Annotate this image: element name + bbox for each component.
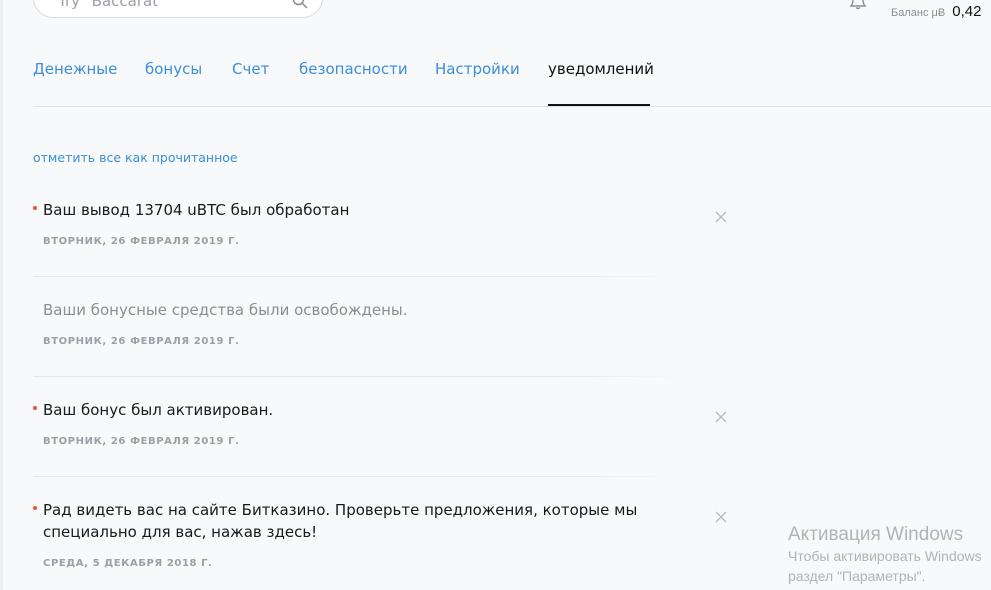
tab-security[interactable]: безопасности xyxy=(299,60,408,106)
close-icon[interactable] xyxy=(715,411,727,423)
tabs-bar: Денежные бонусы Счет безопасности Настро… xyxy=(33,60,991,107)
notification-text[interactable]: Ваш вывод 13704 uBTC был обработан xyxy=(43,199,643,221)
unread-dot xyxy=(33,506,37,510)
balance: Баланс μɃ 0,42 xyxy=(891,1,981,20)
windows-activation-watermark: Активация Windows Чтобы активировать Win… xyxy=(788,524,982,586)
notification-item: Рад видеть вас на сайте Битказино. Прове… xyxy=(33,499,733,579)
search-icon[interactable] xyxy=(292,0,308,9)
tab-settings[interactable]: Настройки xyxy=(435,60,520,106)
watermark-title: Активация Windows xyxy=(788,524,964,545)
balance-label: Баланс μɃ xyxy=(891,7,946,19)
divider xyxy=(33,476,683,477)
watermark-line: Чтобы активировать Windows xyxy=(788,548,982,564)
balance-value: 0,42 xyxy=(952,3,982,20)
notification-date: ВТОРНИК, 26 ФЕВРАЛЯ 2019 Г. xyxy=(43,336,240,347)
search-box[interactable] xyxy=(33,0,323,18)
notification-item: Ваш вывод 13704 uBTC был обработан ВТОРН… xyxy=(33,199,733,277)
tab-bonuses[interactable]: бонусы xyxy=(145,60,202,106)
notification-date: СРЕДА, 5 ДЕКАБРЯ 2018 Г. xyxy=(43,558,213,569)
notification-text[interactable]: Рад видеть вас на сайте Битказино. Прове… xyxy=(43,499,643,543)
tab-money[interactable]: Денежные xyxy=(33,60,117,106)
mark-all-read-link[interactable]: отметить все как прочитанное xyxy=(33,150,238,165)
unread-dot xyxy=(33,406,37,410)
notification-date: ВТОРНИК, 26 ФЕВРАЛЯ 2019 Г. xyxy=(43,236,240,247)
divider xyxy=(33,376,683,377)
divider xyxy=(33,276,683,277)
notification-item: Ваши бонусные средства были освобождены.… xyxy=(33,299,733,377)
bell-icon[interactable] xyxy=(848,0,868,10)
notification-date: ВТОРНИК, 26 ФЕВРАЛЯ 2019 Г. xyxy=(43,436,240,447)
watermark-line: раздел "Параметры". xyxy=(788,568,926,584)
search-input[interactable] xyxy=(56,0,280,11)
unread-dot xyxy=(33,206,37,210)
tab-account[interactable]: Счет xyxy=(232,60,269,106)
close-icon[interactable] xyxy=(715,211,727,223)
close-icon[interactable] xyxy=(715,511,727,523)
notification-item: Ваш бонус был активирован. ВТОРНИК, 26 Ф… xyxy=(33,399,733,477)
notification-text[interactable]: Ваш бонус был активирован. xyxy=(43,399,643,421)
notification-text[interactable]: Ваши бонусные средства были освобождены. xyxy=(43,299,643,321)
tab-notifications[interactable]: уведомлений xyxy=(548,60,654,106)
left-edge xyxy=(0,0,3,590)
